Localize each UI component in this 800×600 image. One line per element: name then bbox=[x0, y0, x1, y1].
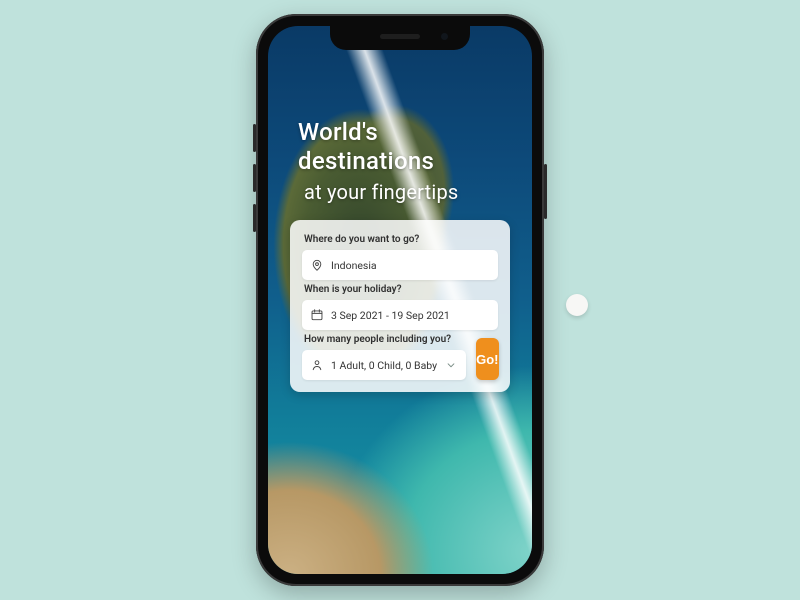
phone-screen: World's destinations at your fingertips … bbox=[268, 26, 532, 574]
person-icon bbox=[310, 358, 324, 372]
people-select[interactable]: 1 Adult, 0 Child, 0 Baby bbox=[302, 350, 466, 380]
search-card: Where do you want to go? Indonesia When … bbox=[290, 220, 510, 392]
dates-label: When is your holiday? bbox=[304, 284, 498, 295]
calendar-icon bbox=[310, 308, 324, 322]
cursor-dot bbox=[566, 294, 588, 316]
people-label: How many people including you? bbox=[304, 334, 466, 345]
chevron-down-icon bbox=[444, 358, 458, 372]
hero-subtitle: at your fingertips bbox=[298, 180, 512, 204]
location-pin-icon bbox=[310, 258, 324, 272]
phone-notch bbox=[330, 26, 470, 50]
destination-label: Where do you want to go? bbox=[304, 234, 498, 245]
dates-value: 3 Sep 2021 - 19 Sep 2021 bbox=[331, 309, 490, 322]
destination-input[interactable]: Indonesia bbox=[302, 250, 498, 280]
go-button[interactable]: Go! bbox=[476, 338, 498, 380]
people-value: 1 Adult, 0 Child, 0 Baby bbox=[331, 359, 437, 372]
phone-frame: World's destinations at your fingertips … bbox=[256, 14, 544, 586]
dates-input[interactable]: 3 Sep 2021 - 19 Sep 2021 bbox=[302, 300, 498, 330]
destination-value: Indonesia bbox=[331, 259, 490, 272]
hero-title: World's destinations bbox=[298, 118, 512, 176]
hero-text: World's destinations at your fingertips bbox=[298, 118, 512, 204]
